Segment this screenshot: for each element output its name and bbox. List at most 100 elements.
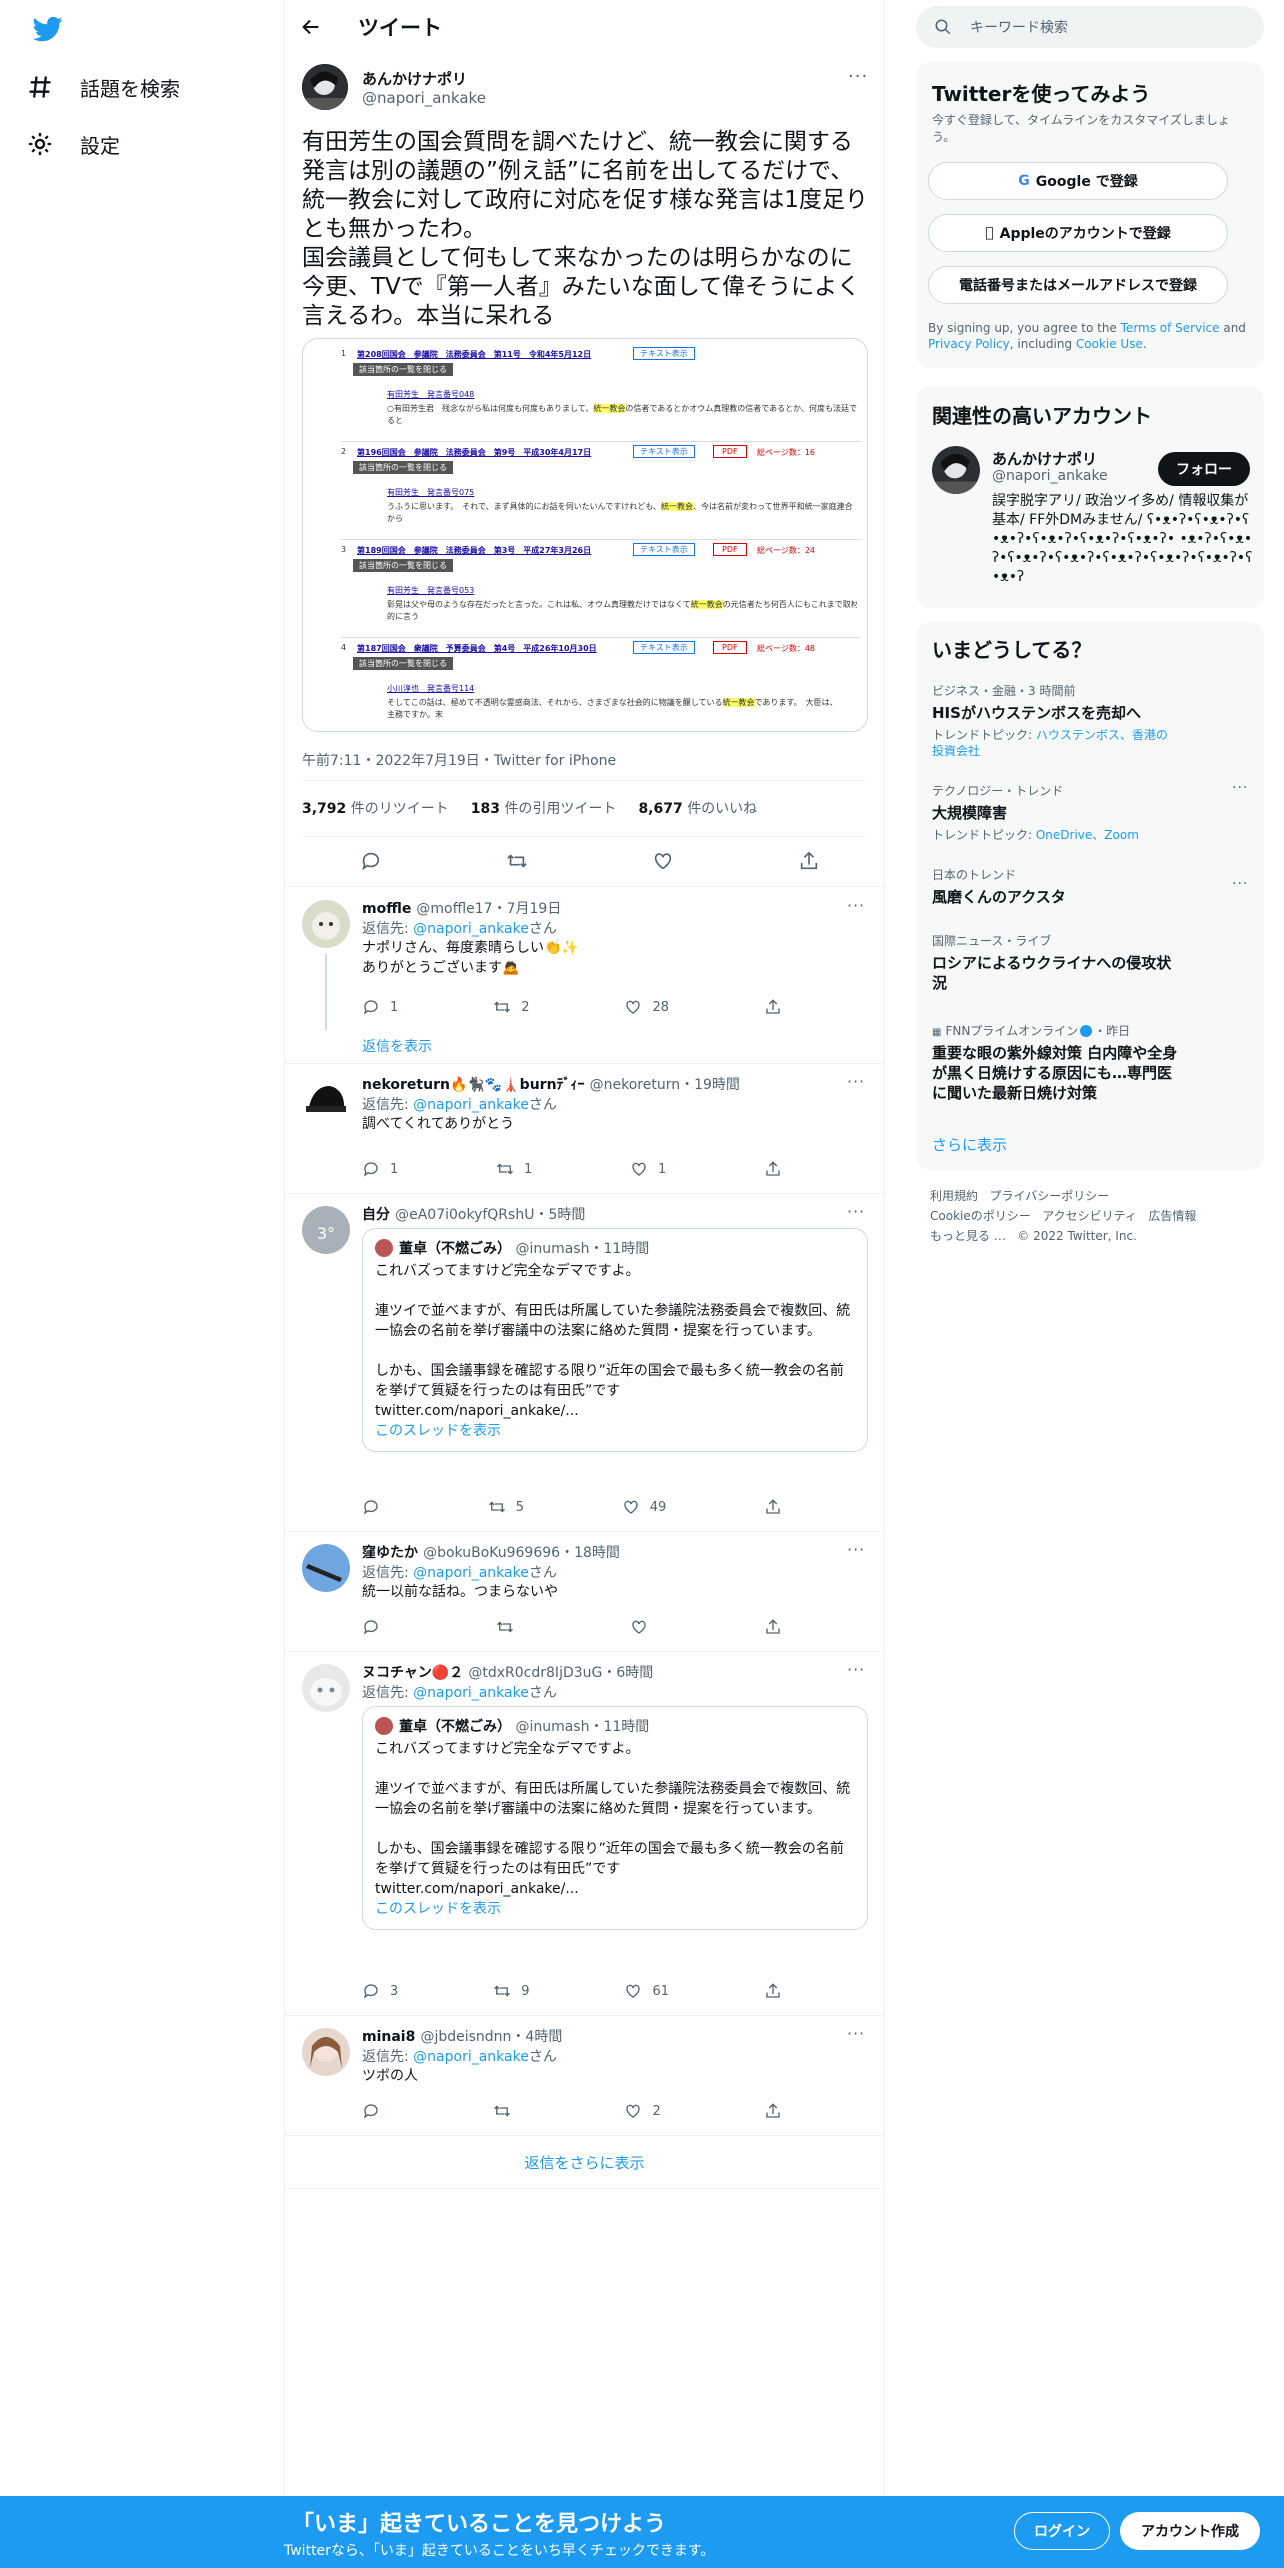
trends-show-more-link[interactable]: さらに表示 bbox=[932, 1134, 1007, 1155]
like-button[interactable]: 2 bbox=[624, 2102, 661, 2120]
reply-author-name[interactable]: minai8 bbox=[362, 2029, 415, 2045]
reply-time[interactable]: ・19時間 bbox=[680, 1077, 740, 1093]
like-button[interactable]: 28 bbox=[624, 998, 669, 1016]
avatar[interactable] bbox=[302, 64, 348, 110]
trend-item[interactable]: ▦ FNNプライムオンライン ・昨日 重要な眼の紫外線対策 白内障や全身が黒く日焼け… bbox=[932, 1022, 1250, 1103]
retweet-icon[interactable] bbox=[506, 850, 528, 872]
reply-time[interactable]: ・5時間 bbox=[534, 1207, 585, 1223]
share-button[interactable] bbox=[764, 998, 782, 1016]
like-button[interactable]: 1 bbox=[630, 1160, 666, 1178]
reply-tweet[interactable]: nekoreturn🔥🐈‍⬛🐾🗼burnﾃﾞｨｰ @nekoreturn・19時… bbox=[285, 1064, 884, 1194]
show-more-replies-link[interactable]: 返信をさらに表示 bbox=[285, 2136, 884, 2188]
reply-author-name[interactable]: moffle bbox=[362, 901, 411, 917]
cookie-link[interactable]: Cookie Use bbox=[1076, 337, 1143, 351]
trend-topic-link[interactable]: OneDrive、Zoom bbox=[1036, 828, 1139, 842]
retweet-button[interactable]: 2 bbox=[493, 998, 530, 1016]
reply-author-handle[interactable]: @eA07i0okyfQRshU bbox=[395, 1207, 534, 1223]
reply-author-handle[interactable]: @jbdeisndnn bbox=[420, 2029, 511, 2045]
reply-avatar[interactable] bbox=[302, 2028, 350, 2076]
footer-privacy-link[interactable]: プライバシーポリシー bbox=[989, 1189, 1109, 1203]
share-button[interactable] bbox=[764, 2102, 782, 2120]
like-button[interactable]: 49 bbox=[622, 1498, 666, 1516]
more-icon[interactable]: ··· bbox=[847, 1540, 865, 1559]
reply-author-name[interactable]: nekoreturn🔥🐈‍⬛🐾🗼burnﾃﾞｨｰ bbox=[362, 1077, 585, 1093]
replying-to-link[interactable]: @napori_ankake bbox=[413, 921, 529, 937]
follow-button[interactable]: フォロー bbox=[1158, 452, 1250, 486]
replying-to-link[interactable]: @napori_ankake bbox=[413, 1685, 529, 1701]
more-icon[interactable]: ··· bbox=[1232, 780, 1248, 796]
reply-avatar[interactable] bbox=[302, 1664, 350, 1712]
show-thread-link[interactable]: このスレッドを表示 bbox=[375, 1423, 501, 1439]
author-handle[interactable]: @napori_ankake bbox=[362, 89, 486, 107]
replying-to-link[interactable]: @napori_ankake bbox=[413, 2049, 529, 2065]
quoted-tweet[interactable]: 董卓（不燃ごみ） @inumash・11時間 これバズってますけど完全なデマです… bbox=[362, 1228, 868, 1452]
search-input[interactable]: キーワード検索 bbox=[970, 17, 1068, 37]
reply-button[interactable]: 1 bbox=[362, 1160, 398, 1178]
terms-link[interactable]: Terms of Service bbox=[1121, 321, 1220, 335]
reply-author-handle[interactable]: @nekoreturn bbox=[590, 1077, 680, 1093]
like-icon[interactable] bbox=[652, 850, 674, 872]
reply-time[interactable]: ・7月19日 bbox=[493, 901, 562, 917]
trend-item[interactable]: 日本のトレンド 風磨くんのアクスタ ··· bbox=[932, 866, 1250, 907]
related-avatar[interactable] bbox=[932, 446, 980, 494]
likes-stat[interactable]: 8,677 件のいいね bbox=[638, 798, 757, 818]
more-icon[interactable]: ··· bbox=[847, 1660, 865, 1679]
footer-more-link[interactable]: もっと見る … bbox=[930, 1229, 1006, 1243]
related-handle[interactable]: @napori_ankake bbox=[992, 468, 1108, 484]
reply-time[interactable]: ・4時間 bbox=[511, 2029, 562, 2045]
trend-item[interactable]: 国際ニュース・ライブ ロシアによるウクライナへの侵攻状況 bbox=[932, 932, 1250, 993]
replying-to-link[interactable]: @napori_ankake bbox=[413, 1565, 529, 1581]
quotes-stat[interactable]: 183 件の引用ツイート bbox=[471, 798, 617, 818]
reply-button[interactable]: 1 bbox=[362, 998, 398, 1016]
replying-to-link[interactable]: @napori_ankake bbox=[413, 1097, 529, 1113]
nav-settings[interactable]: 設定 bbox=[26, 122, 120, 166]
reply-avatar[interactable] bbox=[302, 1076, 350, 1124]
nav-explore[interactable]: 話題を検索 bbox=[26, 65, 180, 109]
reply-button[interactable]: 3 bbox=[362, 1982, 398, 2000]
footer-accessibility-link[interactable]: アクセシビリティ bbox=[1042, 1209, 1137, 1223]
share-icon[interactable] bbox=[798, 850, 820, 872]
search-box[interactable]: キーワード検索 bbox=[916, 6, 1264, 48]
share-button[interactable] bbox=[764, 1982, 782, 2000]
twitter-logo-icon[interactable] bbox=[32, 14, 64, 44]
more-icon[interactable]: ··· bbox=[847, 896, 865, 915]
retweet-button[interactable] bbox=[496, 1618, 524, 1636]
like-button[interactable] bbox=[630, 1618, 658, 1636]
reply-avatar[interactable] bbox=[302, 1544, 350, 1592]
reply-tweet[interactable]: 窪ゆたか @bokuBoKu969696・18時間 ··· 返信先: @napor… bbox=[285, 1532, 884, 1652]
reply-icon[interactable] bbox=[360, 850, 382, 872]
like-button[interactable]: 61 bbox=[624, 1982, 669, 2000]
share-button[interactable] bbox=[764, 1618, 782, 1636]
reply-author-name[interactable]: 窪ゆたか bbox=[362, 1545, 418, 1561]
more-icon[interactable]: ··· bbox=[847, 2024, 865, 2043]
more-icon[interactable]: ··· bbox=[848, 66, 868, 87]
privacy-link[interactable]: Privacy Policy bbox=[928, 337, 1010, 351]
phone-email-signup-button[interactable]: 電話番号またはメールアドレスで登録 bbox=[928, 266, 1228, 304]
back-arrow-icon[interactable] bbox=[300, 16, 322, 38]
signup-button[interactable]: アカウント作成 bbox=[1120, 2512, 1260, 2550]
reply-button[interactable] bbox=[362, 1498, 390, 1516]
reply-time[interactable]: ・6時間 bbox=[602, 1665, 653, 1681]
reply-author-handle[interactable]: @tdxR0cdr8IjD3uG bbox=[468, 1665, 602, 1681]
show-thread-link[interactable]: このスレッドを表示 bbox=[375, 1901, 501, 1917]
more-icon[interactable]: ··· bbox=[847, 1202, 865, 1221]
footer-ads-link[interactable]: 広告情報 bbox=[1148, 1209, 1196, 1223]
more-icon[interactable]: ··· bbox=[1232, 876, 1248, 892]
retweet-button[interactable]: 9 bbox=[493, 1982, 530, 2000]
reply-avatar[interactable] bbox=[302, 900, 350, 948]
reply-tweet[interactable]: minai8 @jbdeisndnn・4時間 ··· 返信先: @napori_a… bbox=[285, 2016, 884, 2136]
reply-author-handle[interactable]: @bokuBoKu969696 bbox=[423, 1545, 560, 1561]
footer-cookie-link[interactable]: Cookieのポリシー bbox=[930, 1209, 1031, 1223]
share-button[interactable] bbox=[764, 1160, 782, 1178]
quoted-tweet[interactable]: 董卓（不燃ごみ） @inumash・11時間 これバズってますけど完全なデマです… bbox=[362, 1706, 868, 1930]
reply-tweet[interactable]: moffle @moffle17・7月19日 ··· 返信先: @napori_a… bbox=[285, 888, 884, 1064]
reply-button[interactable] bbox=[362, 2102, 390, 2120]
reply-author-handle[interactable]: @moffle17 bbox=[416, 901, 492, 917]
related-name[interactable]: あんかけナポリ bbox=[992, 448, 1097, 469]
retweet-button[interactable]: 5 bbox=[488, 1498, 524, 1516]
show-replies-link[interactable]: 返信を表示 bbox=[362, 1036, 432, 1056]
reply-button[interactable] bbox=[362, 1618, 390, 1636]
author-name[interactable]: あんかけナポリ bbox=[362, 68, 467, 89]
share-button[interactable] bbox=[764, 1498, 782, 1516]
footer-terms-link[interactable]: 利用規約 bbox=[930, 1189, 978, 1203]
